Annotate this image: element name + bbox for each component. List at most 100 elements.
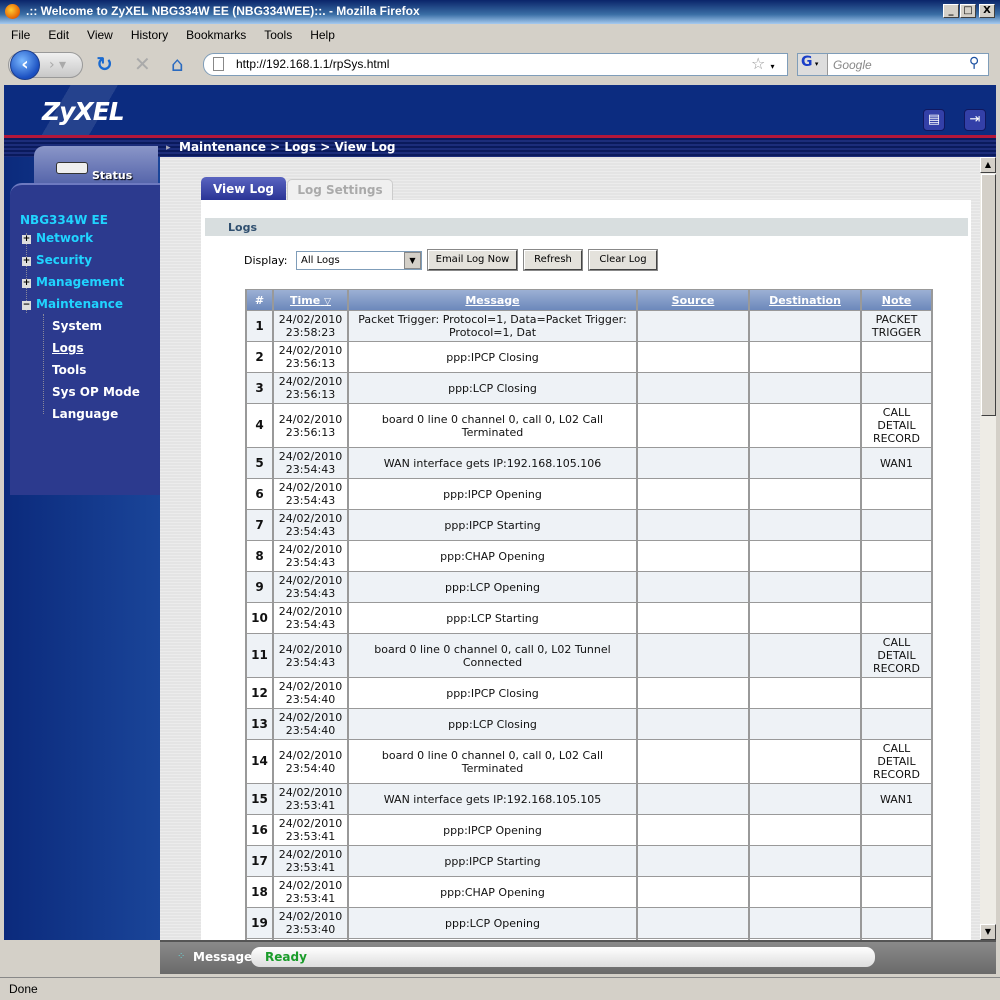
row-note <box>862 479 931 509</box>
row-note <box>862 877 931 907</box>
minimize-button[interactable]: _ <box>943 4 959 18</box>
table-row: 8 24/02/2010 23:54:43 ppp:CHAP Opening <box>247 541 931 571</box>
sidebar-subitem-language[interactable]: Language <box>52 407 118 421</box>
row-destination <box>750 603 860 633</box>
menu-edit[interactable]: Edit <box>37 24 76 42</box>
scrollbar-thumb[interactable] <box>981 174 996 416</box>
router-icon <box>56 162 88 174</box>
menu-file[interactable]: File <box>0 24 37 42</box>
row-destination <box>750 678 860 708</box>
email-log-button[interactable]: Email Log Now <box>427 249 518 271</box>
table-row: 1 24/02/2010 23:58:23 Packet Trigger: Prot… <box>247 311 931 341</box>
maximize-button[interactable]: □ <box>960 4 976 18</box>
sidebar-item-security[interactable]: + Security <box>22 253 92 267</box>
message-icon: ⁘ <box>177 951 186 962</box>
menu-help[interactable]: Help <box>299 24 342 42</box>
row-time: 24/02/2010 23:54:43 <box>274 634 347 677</box>
row-message: ppp:LCP Opening <box>349 908 636 938</box>
column-header-destination[interactable]: Destination <box>750 290 860 310</box>
expand-icon[interactable]: + <box>22 257 31 266</box>
row-destination <box>750 815 860 845</box>
row-time: 24/02/2010 23:53:41 <box>274 846 347 876</box>
row-message: ppp:IPCP Opening <box>349 479 636 509</box>
search-engine-button[interactable]: G ▾ <box>798 54 828 75</box>
row-message: ppp:IPCP Closing <box>349 342 636 372</box>
column-header-source[interactable]: Source <box>638 290 748 310</box>
expand-icon[interactable]: + <box>22 279 31 288</box>
column-header-time[interactable]: Time ▽ <box>274 290 347 310</box>
row-number: 13 <box>247 709 272 739</box>
row-source <box>638 342 748 372</box>
sidebar-subitem-sys-op-mode[interactable]: Sys OP Mode <box>52 385 140 399</box>
menu-history[interactable]: History <box>120 24 175 42</box>
site-map-icon[interactable]: ▤ <box>923 109 945 131</box>
column-label: Time <box>290 293 321 307</box>
row-destination <box>750 373 860 403</box>
refresh-button[interactable]: Refresh <box>523 249 583 271</box>
bookmark-star-icon[interactable]: ☆ ▾ <box>751 54 774 73</box>
menu-bookmarks[interactable]: Bookmarks <box>175 24 253 42</box>
menu-view[interactable]: View <box>76 24 120 42</box>
clear-log-button[interactable]: Clear Log <box>588 249 658 271</box>
breadcrumb: Maintenance > Logs > View Log <box>179 140 396 154</box>
back-button[interactable]: ‹ <box>10 50 40 80</box>
sidebar-subitem-system[interactable]: System <box>52 319 102 333</box>
sidebar-subitem-tools[interactable]: Tools <box>52 363 86 377</box>
reload-icon[interactable]: ↻ <box>96 53 113 75</box>
chevron-down-icon[interactable]: ▼ <box>404 252 421 269</box>
row-message: ppp:IPCP Opening <box>349 815 636 845</box>
row-time: 24/02/2010 23:53:41 <box>274 784 347 814</box>
sidebar-item-network[interactable]: + Network <box>22 231 93 245</box>
scroll-up-button[interactable]: ▲ <box>980 157 996 173</box>
row-number: 15 <box>247 784 272 814</box>
tab-view-log[interactable]: View Log <box>201 177 286 200</box>
content-area: View Log Log Settings Logs Display: All … <box>160 157 980 940</box>
row-message: WAN interface gets IP:192.168.105.105 <box>349 784 636 814</box>
url-input[interactable]: http://192.168.1.1/rpSys.html <box>203 53 788 76</box>
row-number: 4 <box>247 404 272 447</box>
row-number: 10 <box>247 603 272 633</box>
row-note: WAN1 <box>862 448 931 478</box>
sidebar-item-management[interactable]: + Management <box>22 275 124 289</box>
row-message: ppp:LCP Starting <box>349 603 636 633</box>
sidebar-subitem-logs[interactable]: Logs <box>52 341 84 355</box>
row-number: 14 <box>247 740 272 783</box>
row-message: ppp:IPCP Starting <box>349 510 636 540</box>
table-row: 17 24/02/2010 23:53:41 ppp:IPCP Starting <box>247 846 931 876</box>
row-destination <box>750 404 860 447</box>
tab-log-settings[interactable]: Log Settings <box>287 179 393 200</box>
search-icon[interactable]: ⚲ <box>969 55 979 71</box>
zyxel-logo: ZyXEL <box>42 97 125 126</box>
tree-line <box>43 314 44 414</box>
stop-icon[interactable]: ✕ <box>134 53 151 75</box>
row-destination <box>750 541 860 571</box>
row-destination <box>750 634 860 677</box>
message-value: Ready <box>251 947 875 967</box>
table-row: 11 24/02/2010 23:54:43 board 0 line 0 chan… <box>247 634 931 677</box>
row-message: ppp:IPCP Starting <box>349 846 636 876</box>
row-message: board 0 line 0 channel 0, call 0, L02 Ca… <box>349 404 636 447</box>
row-number: 17 <box>247 846 272 876</box>
scroll-down-button[interactable]: ▼ <box>980 924 996 940</box>
row-source <box>638 510 748 540</box>
home-icon[interactable]: ⌂ <box>171 53 184 75</box>
logout-icon[interactable]: ⇥ <box>964 109 986 131</box>
column-header-note[interactable]: Note <box>862 290 931 310</box>
device-model[interactable]: NBG334W EE <box>20 213 108 227</box>
column-header-message[interactable]: Message <box>349 290 636 310</box>
row-note: WAN1 <box>862 784 931 814</box>
sort-desc-icon[interactable]: ▽ <box>324 297 331 307</box>
status-label[interactable]: Status <box>92 169 132 182</box>
sidebar-item-maintenance[interactable]: − Maintenance <box>22 297 123 311</box>
log-table: # Time ▽ Message Source Destination Note… <box>245 289 933 940</box>
close-button[interactable]: X <box>979 4 995 18</box>
row-number: 18 <box>247 877 272 907</box>
expand-icon[interactable]: + <box>22 235 31 244</box>
menu-tools[interactable]: Tools <box>253 24 299 42</box>
table-row: 14 24/02/2010 23:54:40 board 0 line 0 chan… <box>247 740 931 783</box>
row-time: 24/02/2010 23:54:43 <box>274 572 347 602</box>
browser-status: Done <box>0 977 1000 1000</box>
row-number: 8 <box>247 541 272 571</box>
page-icon <box>213 57 224 71</box>
collapse-icon[interactable]: − <box>22 301 31 310</box>
